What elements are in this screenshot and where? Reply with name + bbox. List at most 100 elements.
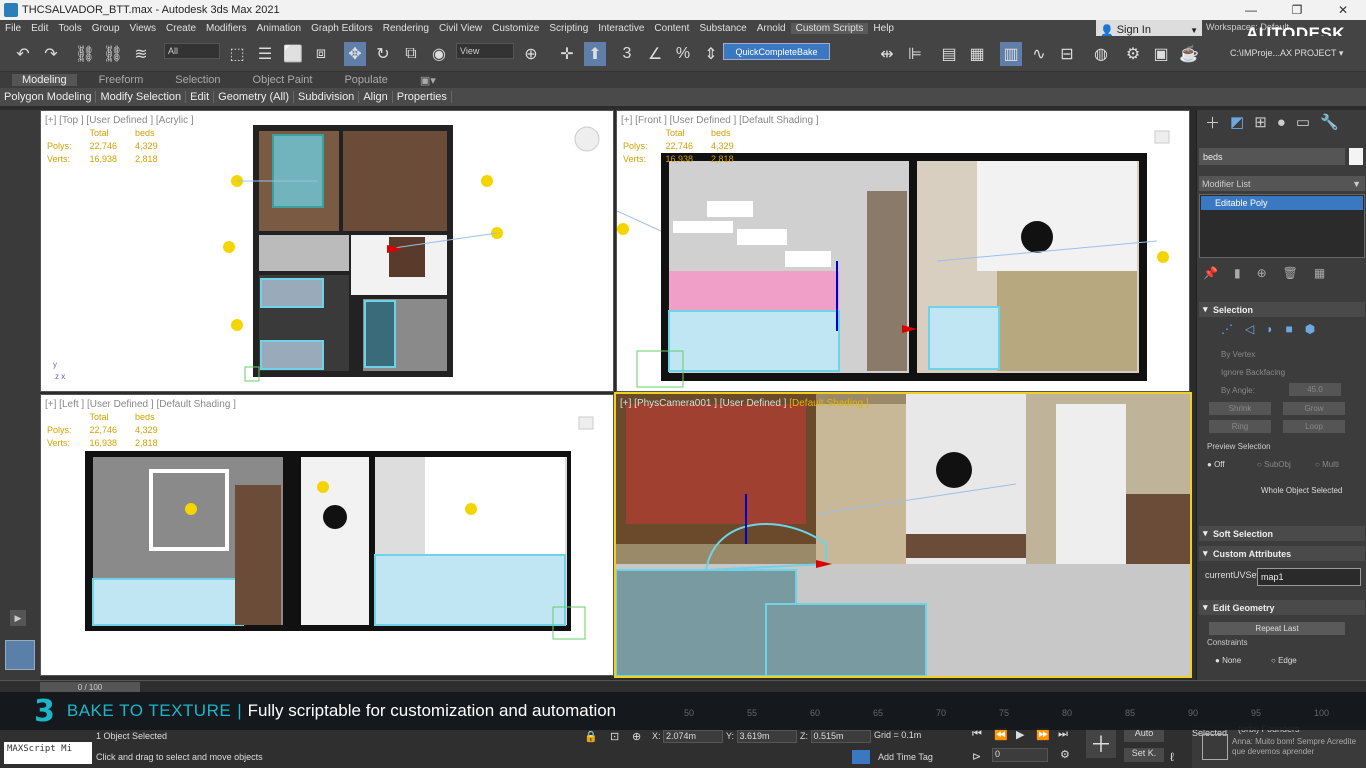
menu-rendering[interactable]: Rendering (378, 23, 434, 34)
key-mode-icon[interactable]: ⊳ (972, 750, 981, 763)
repeat-last-button[interactable]: Repeat Last (1209, 622, 1345, 635)
configure-modifier-sets-icon[interactable]: ▦ (1314, 266, 1325, 280)
schematic-view-icon[interactable]: ⊟ (1056, 42, 1078, 66)
preview-off-radio[interactable]: ● Off (1207, 460, 1225, 469)
viewport-front[interactable]: [+] [Front ] [User Defined ] [Default Sh… (616, 110, 1190, 392)
menu-file[interactable]: File (0, 23, 26, 34)
add-time-tag-button[interactable]: Add Time Tag (878, 752, 933, 762)
preview-subobj-radio[interactable]: ○ SubObj (1257, 460, 1291, 469)
stack-item-editable-poly[interactable]: Editable Poly (1201, 196, 1363, 210)
menu-modifiers[interactable]: Modifiers (201, 23, 252, 34)
render-production-icon[interactable]: ☕ (1178, 42, 1200, 66)
isolate-selection-icon[interactable]: ⊡ (610, 730, 619, 743)
menu-help[interactable]: Help (868, 23, 899, 34)
reference-coordinate-dropdown[interactable]: View (456, 43, 514, 59)
make-unique-icon[interactable]: ⊕ (1257, 266, 1267, 280)
select-by-name-icon[interactable]: ☰ (254, 42, 276, 66)
menu-group[interactable]: Group (87, 23, 125, 34)
snaps-toggle-icon[interactable]: 3 (616, 42, 638, 66)
ribbon-options-icon[interactable]: ▣▾ (410, 74, 446, 87)
select-rotate-icon[interactable]: ↻ (372, 42, 394, 66)
select-manipulate-icon[interactable]: ✛ (556, 42, 578, 66)
remove-modifier-icon[interactable]: 🗑 (1283, 266, 1298, 280)
curve-editor-icon[interactable]: ∿ (1028, 42, 1050, 66)
menu-views[interactable]: Views (125, 23, 162, 34)
ribbon-panel-modify-selection[interactable]: Modify Selection (96, 91, 187, 103)
undo-icon[interactable]: ↶ (12, 42, 34, 66)
auto-key-button[interactable]: Auto (1124, 728, 1164, 742)
menu-create[interactable]: Create (161, 23, 201, 34)
menu-graph-editors[interactable]: Graph Editors (306, 23, 378, 34)
ribbon-tab-selection[interactable]: Selection (165, 74, 230, 86)
preview-multi-radio[interactable]: ○ Multi (1315, 460, 1339, 469)
bind-spacewarp-icon[interactable]: ≋ (130, 42, 152, 66)
absolute-mode-icon[interactable]: ⊕ (632, 730, 641, 743)
ribbon-panel-edit[interactable]: Edit (186, 91, 215, 103)
unlink-icon[interactable]: ⛓ (102, 42, 124, 66)
menu-animation[interactable]: Animation (252, 23, 306, 34)
ribbon-tab-modeling[interactable]: Modeling (12, 74, 77, 86)
restore-icon[interactable]: ❐ (1274, 0, 1320, 20)
ignore-backfacing-checkbox[interactable]: Ignore Backfacing (1221, 368, 1285, 377)
key-filters-icon[interactable]: ℓ (1170, 750, 1174, 764)
menu-content[interactable]: Content (649, 23, 694, 34)
create-tab-icon[interactable]: ＋ (1205, 112, 1220, 133)
ribbon-tab-populate[interactable]: Populate (334, 74, 397, 86)
time-tag-icon[interactable] (852, 750, 870, 764)
soft-selection-rollout-header[interactable]: Soft Selection (1199, 526, 1365, 541)
modifier-list-dropdown[interactable]: Modifier List ▼ (1199, 176, 1365, 191)
constraint-edge-radio[interactable]: ○ Edge (1271, 656, 1297, 665)
link-icon[interactable]: ⛓ (74, 42, 96, 66)
ribbon-panel-properties[interactable]: Properties (393, 91, 452, 103)
maxscript-listener[interactable]: MAXScript Mi (4, 742, 92, 764)
time-configuration-icon[interactable]: ⚙ (1060, 748, 1070, 761)
window-crossing-icon[interactable]: ⧈ (310, 42, 332, 66)
loop-button[interactable]: Loop (1283, 420, 1345, 433)
show-end-result-icon[interactable]: ▮ (1234, 266, 1241, 280)
viewport-label[interactable]: [+] [Left ] [User Defined ] [Default Sha… (45, 399, 236, 410)
viewport-top[interactable]: [+] [Top ] [User Defined ] [Acrylic ] To… (40, 110, 614, 392)
mirror-icon[interactable]: ⇹ (876, 42, 898, 66)
ribbon-panel-polygon-modeling[interactable]: Polygon Modeling (0, 91, 97, 103)
material-editor-icon[interactable]: ◍ (1090, 42, 1112, 66)
viewport-label[interactable]: [+] [Front ] [User Defined ] [Default Sh… (621, 115, 819, 126)
lock-selection-icon[interactable]: 🔒 (584, 730, 598, 743)
z-value[interactable]: 0.515m (810, 730, 871, 743)
menu-tools[interactable]: Tools (53, 23, 86, 34)
z-coordinate[interactable]: Z: 0.515m (800, 730, 871, 743)
edit-geometry-rollout-header[interactable]: Edit Geometry (1199, 600, 1365, 615)
viewport-label[interactable]: [+] [PhysCamera001 ] [User Defined ] [De… (620, 398, 869, 409)
ribbon-tab-freeform[interactable]: Freeform (89, 74, 154, 86)
y-value[interactable]: 3.619m (736, 730, 797, 743)
by-angle-checkbox[interactable]: By Angle: (1221, 386, 1255, 395)
render-setup-icon[interactable]: ⚙ (1122, 42, 1144, 66)
place-icon[interactable]: ◉ (428, 42, 450, 66)
element-icon[interactable]: ⬢ (1305, 322, 1315, 336)
angle-spinner[interactable]: 45.0 (1289, 383, 1341, 396)
by-vertex-checkbox[interactable]: By Vertex (1221, 350, 1255, 359)
toggle-ribbon-icon[interactable]: ▥ (1000, 42, 1022, 66)
spinner-snap-icon[interactable]: ⇕ (700, 42, 722, 66)
redo-icon[interactable]: ↷ (40, 42, 62, 66)
x-coordinate[interactable]: X: 2.074m (652, 730, 724, 743)
set-key-icon[interactable]: ＋ (1086, 728, 1116, 758)
shrink-button[interactable]: Shrink (1209, 402, 1271, 415)
ribbon-panel-geometry-all[interactable]: Geometry (All) (214, 91, 295, 103)
x-value[interactable]: 2.074m (663, 730, 724, 743)
project-path-dropdown[interactable]: C:\IMProje...AX PROJECT ▾ (1230, 48, 1360, 59)
vertex-icon[interactable]: ⋰ (1221, 322, 1233, 336)
grow-button[interactable]: Grow (1283, 402, 1345, 415)
keyboard-shortcut-override-icon[interactable]: ⬆ (584, 42, 606, 66)
y-coordinate[interactable]: Y: 3.619m (726, 730, 797, 743)
ring-button[interactable]: Ring (1209, 420, 1271, 433)
pivot-center-icon[interactable]: ⊕ (520, 42, 542, 66)
viewport-label[interactable]: [+] [Top ] [User Defined ] [Acrylic ] (45, 115, 194, 126)
ribbon-panel-align[interactable]: Align (359, 91, 393, 103)
time-slider[interactable]: 0 / 100 (0, 680, 1366, 692)
rect-selection-icon[interactable]: ⬜ (282, 42, 304, 66)
menu-interactive[interactable]: Interactive (593, 23, 649, 34)
display-tab-icon[interactable]: ▭ (1296, 113, 1310, 131)
close-icon[interactable]: ✕ (1320, 0, 1366, 20)
menu-custom-scripts[interactable]: Custom Scripts (790, 22, 869, 34)
current-uvset-input[interactable]: map1 (1257, 568, 1361, 586)
